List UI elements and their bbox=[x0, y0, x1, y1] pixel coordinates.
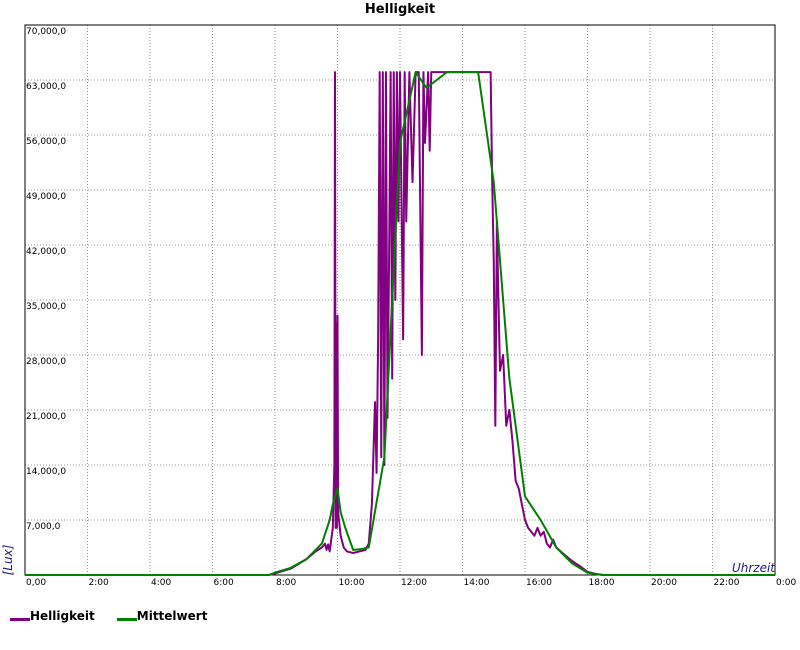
y-tick-label: 14,000,0 bbox=[26, 467, 66, 477]
x-tick-label: 8:00 bbox=[276, 578, 296, 588]
y-tick-label: 42,000,0 bbox=[26, 247, 66, 257]
x-axis-ticks: 0,00 2:00 4:00 6:00 8:00 10:00 12:00 14:00 16:00… bbox=[26, 578, 796, 588]
x-tick-label: 16:00 bbox=[526, 578, 552, 588]
x-tick-label: 0:00 bbox=[776, 578, 796, 588]
y-tick-label: 35,000,0 bbox=[26, 302, 66, 312]
legend-label-mittelwert: Mittelwert bbox=[136, 609, 208, 623]
brightness-chart: Helligkeit 7,000,0 14,000,0 21,000,0 28,000… bbox=[1, 2, 796, 588]
x-tick-label: 14:00 bbox=[464, 578, 490, 588]
legend-swatch-mittelwert bbox=[116, 617, 137, 621]
legend-item-mittelwert: Mittelwert bbox=[116, 609, 208, 623]
y-tick-label: 28,000,0 bbox=[26, 357, 66, 367]
y-axis-label: [Lux] bbox=[1, 544, 15, 575]
y-axis-ticks: 7,000,0 14,000,0 21,000,0 28,000,0 35,000,0 4… bbox=[26, 27, 66, 532]
x-tick-label: 12:00 bbox=[401, 578, 427, 588]
legend-swatch-helligkeit bbox=[10, 617, 30, 621]
x-tick-label: 2:00 bbox=[89, 578, 109, 588]
y-tick-label: 56,000,0 bbox=[26, 137, 66, 147]
x-tick-label: 10:00 bbox=[339, 578, 365, 588]
y-tick-label: 7,000,0 bbox=[26, 522, 61, 532]
x-tick-label: 18:00 bbox=[589, 578, 615, 588]
y-tick-label: 21,000,0 bbox=[26, 412, 66, 422]
y-tick-label: 49,000,0 bbox=[26, 192, 66, 202]
x-tick-label: 0,00 bbox=[26, 578, 46, 588]
legend-item-helligkeit: Helligkeit bbox=[10, 609, 95, 623]
chart-legend: Helligkeit Mittelwert bbox=[10, 609, 207, 623]
chart-title: Helligkeit bbox=[365, 2, 435, 17]
x-axis-label: Uhrzeit bbox=[732, 561, 776, 575]
x-tick-label: 4:00 bbox=[151, 578, 171, 588]
x-tick-label: 22:00 bbox=[714, 578, 740, 588]
x-tick-label: 20:00 bbox=[651, 578, 677, 588]
y-tick-label: 63,000,0 bbox=[26, 82, 66, 92]
x-tick-label: 6:00 bbox=[214, 578, 234, 588]
y-tick-label: 70,000,0 bbox=[26, 27, 66, 37]
legend-label-helligkeit: Helligkeit bbox=[30, 609, 95, 623]
